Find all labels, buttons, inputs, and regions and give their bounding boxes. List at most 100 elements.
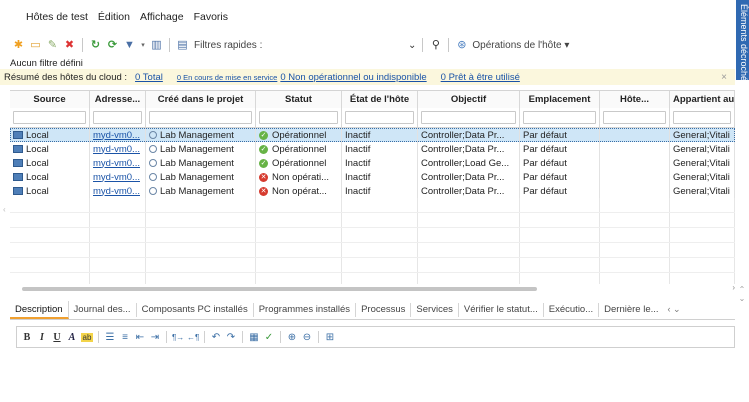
column-filter-input[interactable] bbox=[345, 111, 414, 124]
column-header-host-state[interactable]: État de l'hôte bbox=[342, 91, 418, 108]
menu-view[interactable]: Affichage bbox=[140, 11, 184, 23]
column-filter-input[interactable] bbox=[259, 111, 338, 124]
undo-icon[interactable]: ↶ bbox=[210, 332, 222, 343]
insert-table-icon[interactable]: ▦ bbox=[248, 332, 260, 343]
table-row[interactable]: Local myd-vm0... Lab Management ✓ Opérationn… bbox=[10, 128, 735, 142]
zoom-in-icon[interactable]: ⊕ bbox=[286, 332, 298, 343]
horizontal-scrollbar[interactable]: › bbox=[10, 283, 735, 293]
cell-host bbox=[600, 170, 670, 184]
host-address-link[interactable]: myd-vm0... bbox=[93, 158, 140, 169]
tab-installed-components[interactable]: Composants PC installés bbox=[137, 302, 254, 317]
refresh-all-icon[interactable]: ⟳ bbox=[106, 39, 119, 52]
menu-edit[interactable]: Édition bbox=[98, 11, 130, 23]
bullet-list-icon[interactable]: ☰ bbox=[104, 332, 116, 343]
zoom-out-icon[interactable]: ⊖ bbox=[301, 332, 313, 343]
menu-favorites[interactable]: Favoris bbox=[194, 11, 228, 23]
cell-purpose: Controller;Data Pr... bbox=[418, 184, 520, 198]
table-row[interactable]: Local myd-vm0... Lab Management ✓ Opérationn… bbox=[10, 156, 735, 170]
search-icon[interactable]: ⚲ bbox=[429, 39, 442, 52]
refresh-icon[interactable]: ↻ bbox=[89, 39, 102, 52]
state-text: Inactif bbox=[345, 185, 371, 197]
column-header-source[interactable]: Source bbox=[10, 91, 90, 108]
spell-check-icon[interactable]: ✓ bbox=[263, 332, 275, 343]
edit-icon[interactable]: ✎ bbox=[46, 39, 59, 52]
host-address-link[interactable]: myd-vm0... bbox=[93, 144, 140, 155]
column-header-location[interactable]: Emplacement bbox=[520, 91, 600, 108]
column-filter-input[interactable] bbox=[673, 111, 731, 124]
numbered-list-icon[interactable]: ≡ bbox=[119, 332, 131, 343]
outdent-icon[interactable]: ⇤ bbox=[134, 332, 146, 343]
open-folder-icon[interactable]: ▭ bbox=[29, 39, 42, 52]
tab-installed-programs[interactable]: Programmes installés bbox=[254, 302, 357, 317]
tabs-more-icon[interactable]: ‹ ⌄ bbox=[668, 304, 681, 315]
column-header-project[interactable]: Créé dans le projet bbox=[146, 91, 256, 108]
tab-execution[interactable]: Exécutio... bbox=[544, 302, 600, 317]
chevron-right-icon[interactable]: › bbox=[732, 283, 735, 292]
summary-total-link[interactable]: 0 Total bbox=[135, 72, 163, 83]
indent-icon[interactable]: ⇥ bbox=[149, 332, 161, 343]
filter-icon[interactable]: ▼ bbox=[123, 39, 136, 52]
error-circle-icon: ✕ bbox=[259, 172, 268, 182]
quick-filter-dropdown[interactable]: ⌄ bbox=[266, 40, 416, 51]
cell-status: ✕ Non opérat... bbox=[256, 184, 342, 198]
empty-cell bbox=[256, 198, 342, 212]
tab-processes[interactable]: Processus bbox=[356, 302, 412, 317]
empty-cell bbox=[146, 228, 256, 242]
host-address-link[interactable]: myd-vm0... bbox=[93, 130, 140, 141]
chevron-down-icon[interactable]: ▾ bbox=[140, 39, 146, 52]
cell-address: myd-vm0... bbox=[90, 184, 146, 198]
grid-columns-icon[interactable]: ▥ bbox=[150, 39, 163, 52]
highlight-icon[interactable]: ab bbox=[81, 332, 93, 342]
column-header-status[interactable]: Statut bbox=[256, 91, 342, 108]
new-host-icon[interactable]: ✱ bbox=[12, 39, 25, 52]
table-row[interactable]: Local myd-vm0... Lab Management ✓ Opérationn… bbox=[10, 142, 735, 156]
html-source-icon[interactable]: ⊞ bbox=[324, 332, 336, 343]
column-header-pools[interactable]: Appartient aux bbox=[670, 91, 735, 108]
column-header-host[interactable]: Hôte... bbox=[600, 91, 670, 108]
host-operations-menu[interactable]: Opérations de l'hôte ▾ bbox=[472, 40, 569, 51]
column-filter-input[interactable] bbox=[421, 111, 516, 124]
empty-cell bbox=[10, 213, 90, 227]
table-row[interactable]: Local myd-vm0... Lab Management ✕ Non opérat… bbox=[10, 170, 735, 184]
tab-log[interactable]: Journal des... bbox=[69, 302, 137, 317]
menu-test-hosts[interactable]: Hôtes de test bbox=[26, 11, 88, 23]
italic-icon[interactable]: I bbox=[36, 332, 48, 343]
column-filter-input[interactable] bbox=[603, 111, 666, 124]
bold-icon[interactable]: B bbox=[21, 332, 33, 343]
rtl-icon[interactable]: ←¶ bbox=[187, 333, 199, 342]
tab-check-status[interactable]: Vérifier le statut... bbox=[459, 302, 544, 317]
vertical-scroll-arrows[interactable]: ⌃ ⌄ bbox=[737, 285, 747, 315]
table-row[interactable]: Local myd-vm0... Lab Management ✕ Non opérat… bbox=[10, 184, 735, 198]
collapse-left-icon[interactable]: ‹ bbox=[3, 205, 6, 214]
close-icon[interactable]: × bbox=[721, 72, 727, 83]
scrollbar-thumb[interactable] bbox=[22, 287, 537, 291]
check-circle-icon: ✓ bbox=[259, 144, 268, 154]
summary-non-operational-link[interactable]: 0 Non opérationnel ou indisponible bbox=[280, 72, 426, 83]
redo-icon[interactable]: ↷ bbox=[225, 332, 237, 343]
ltr-icon[interactable]: ¶→ bbox=[172, 333, 184, 342]
empty-cell bbox=[342, 243, 418, 257]
empty-cell bbox=[670, 243, 735, 257]
summary-ready-link[interactable]: 0 Prêt à être utilisé bbox=[441, 72, 520, 83]
cell-location: Par défaut bbox=[520, 170, 600, 184]
summary-in-service-link[interactable]: 0 En cours de mise en service bbox=[177, 73, 277, 82]
computer-icon bbox=[13, 173, 23, 181]
column-header-purpose[interactable]: Objectif bbox=[418, 91, 520, 108]
column-filter-input[interactable] bbox=[13, 111, 86, 124]
tab-services[interactable]: Services bbox=[411, 302, 459, 317]
side-panel-tab[interactable]: Éléments décrochés bbox=[736, 0, 749, 80]
filter-cell bbox=[146, 108, 256, 127]
delete-icon[interactable]: ✖ bbox=[63, 39, 76, 52]
host-address-link[interactable]: myd-vm0... bbox=[93, 172, 140, 183]
host-address-link[interactable]: myd-vm0... bbox=[93, 186, 140, 197]
tab-description[interactable]: Description bbox=[10, 300, 69, 319]
cell-address: myd-vm0... bbox=[90, 156, 146, 170]
tab-last[interactable]: Dernière le... bbox=[599, 303, 663, 317]
column-filter-input[interactable] bbox=[149, 111, 252, 124]
empty-cell bbox=[520, 273, 600, 284]
column-filter-input[interactable] bbox=[93, 111, 142, 124]
column-header-address[interactable]: Adresse... bbox=[90, 91, 146, 108]
column-filter-input[interactable] bbox=[523, 111, 596, 124]
underline-icon[interactable]: U bbox=[51, 332, 63, 343]
font-color-icon[interactable]: A bbox=[66, 332, 78, 343]
